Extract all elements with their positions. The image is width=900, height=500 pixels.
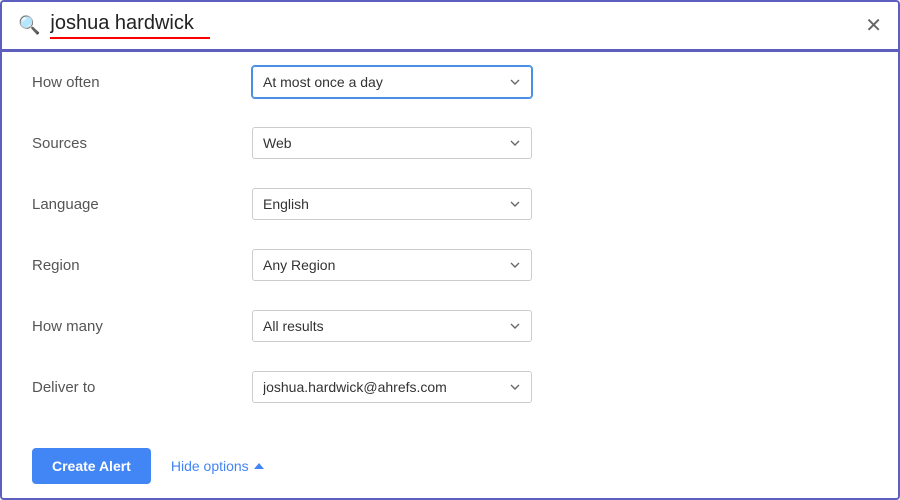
- language-row: Language English Spanish French: [32, 174, 868, 235]
- sources-select[interactable]: Web News Blogs: [252, 127, 532, 159]
- deliver-to-label: Deliver to: [32, 379, 252, 396]
- how-many-select[interactable]: All results Only the best results: [252, 310, 532, 342]
- footer-area: Create Alert Hide options: [2, 434, 898, 498]
- how-many-label: How many: [32, 318, 252, 335]
- hide-options-label: Hide options: [171, 458, 249, 474]
- deliver-to-row: Deliver to joshua.hardwick@ahrefs.com: [32, 357, 868, 418]
- arrow-up-icon: [254, 463, 264, 469]
- main-container: 🔍 ✕ How often At most once a day At most…: [0, 0, 900, 500]
- how-often-select[interactable]: At most once a day At most once a week: [252, 66, 532, 98]
- sources-row: Sources Web News Blogs: [32, 113, 868, 174]
- search-input-wrapper: [50, 12, 855, 39]
- language-select[interactable]: English Spanish French: [252, 188, 532, 220]
- region-select[interactable]: Any Region United States United Kingdom: [252, 249, 532, 281]
- search-bar: 🔍 ✕: [2, 2, 898, 52]
- search-icon: 🔍: [18, 15, 40, 36]
- hide-options-button[interactable]: Hide options: [171, 458, 264, 474]
- how-often-row: How often At most once a day At most onc…: [32, 52, 868, 113]
- options-area: How often At most once a day At most onc…: [2, 52, 898, 434]
- create-alert-button[interactable]: Create Alert: [32, 448, 151, 484]
- search-input[interactable]: [50, 12, 855, 35]
- how-often-label: How often: [32, 74, 252, 91]
- region-label: Region: [32, 257, 252, 274]
- language-label: Language: [32, 196, 252, 213]
- close-button[interactable]: ✕: [865, 16, 882, 36]
- sources-label: Sources: [32, 135, 252, 152]
- search-underline: [50, 37, 210, 39]
- region-row: Region Any Region United States United K…: [32, 235, 868, 296]
- how-many-row: How many All results Only the best resul…: [32, 296, 868, 357]
- deliver-to-select[interactable]: joshua.hardwick@ahrefs.com: [252, 371, 532, 403]
